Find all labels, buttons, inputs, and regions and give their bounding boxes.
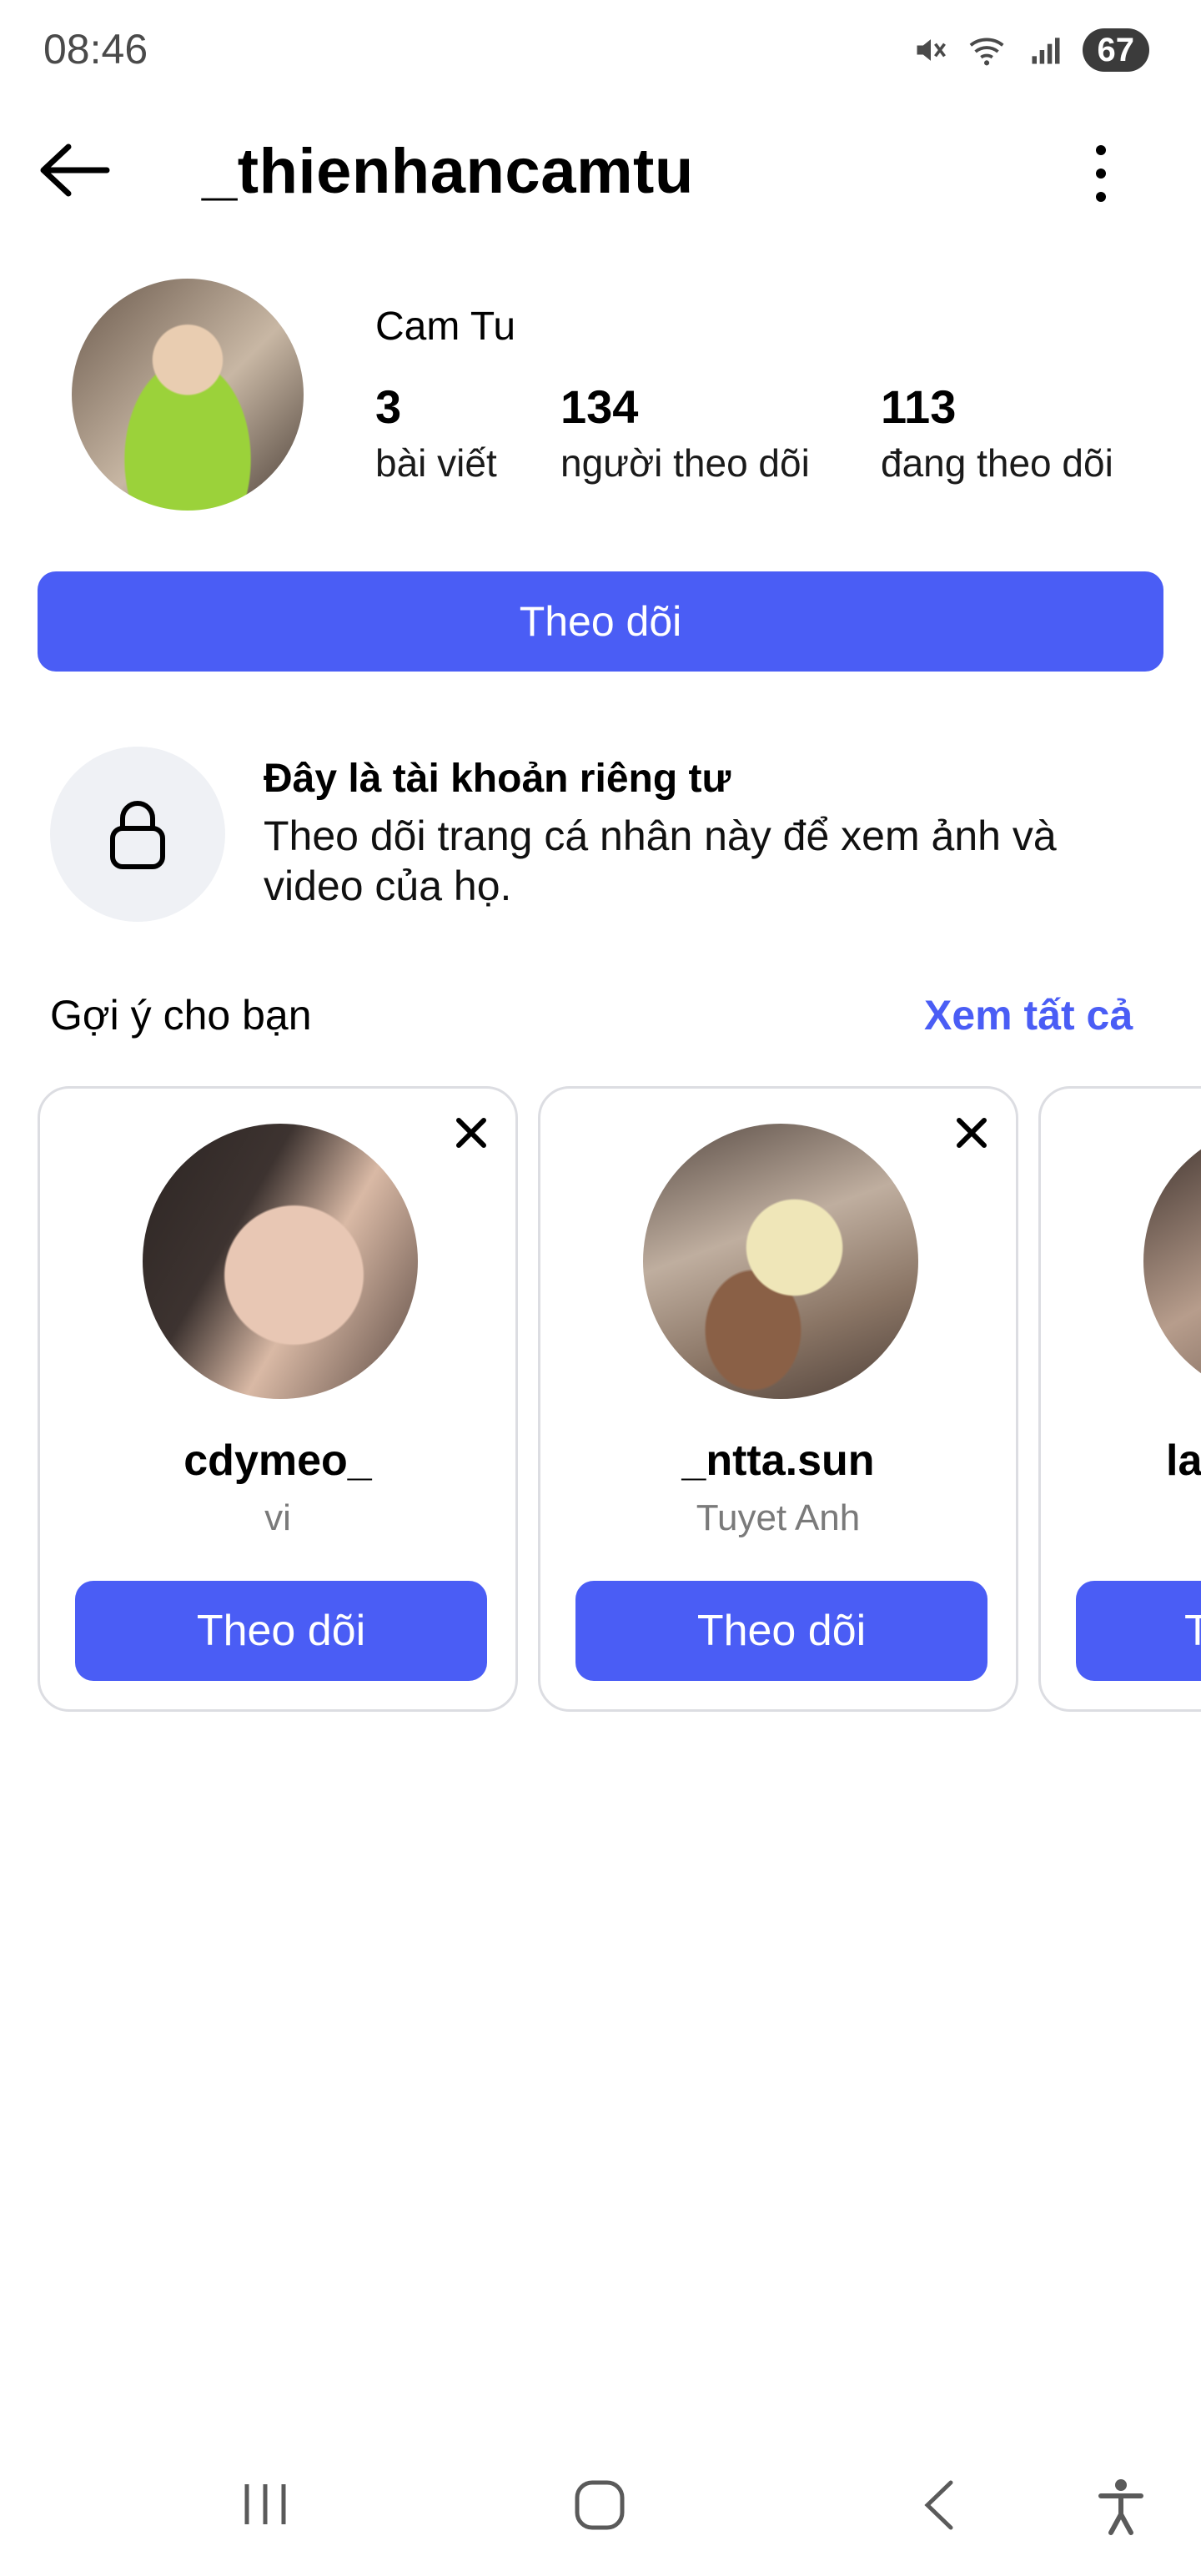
back-arrow-icon (40, 143, 110, 197)
nav-back-button[interactable] (917, 2478, 959, 2537)
suggestion-card[interactable]: la T (1038, 1086, 1201, 1712)
back-button[interactable] (37, 140, 112, 200)
display-name: Cam Tu (375, 304, 516, 349)
lock-icon (110, 801, 165, 869)
suggestion-follow-button[interactable]: Theo dõi (75, 1581, 487, 1681)
suggestion-avatar[interactable] (1143, 1124, 1201, 1399)
more-vertical-icon (1096, 145, 1106, 202)
stat-posts-value: 3 (375, 380, 402, 433)
dismiss-button[interactable] (450, 1112, 492, 1154)
suggestion-avatar[interactable] (143, 1124, 418, 1399)
stat-followers-value: 134 (560, 380, 639, 433)
suggestion-username[interactable]: _ntta.sun (540, 1436, 1016, 1486)
stat-followers-label: người theo dõi (560, 441, 810, 485)
suggestion-card[interactable]: _ntta.sun Tuyet Anh Theo dõi (538, 1086, 1018, 1712)
suggestion-username[interactable]: cdymeo_ (40, 1436, 515, 1486)
recent-apps-icon (244, 2484, 286, 2524)
suggestions-title: Gợi ý cho bạn (50, 992, 312, 1039)
page-title-username: _thienhancamtu (202, 136, 694, 207)
signal-icon (1032, 38, 1059, 64)
stat-following[interactable]: 113 đang theo dõi (881, 380, 1113, 486)
muted-icon (917, 39, 946, 61)
suggestion-card[interactable]: cdymeo_ vi Theo dõi (38, 1086, 518, 1712)
accessibility-button[interactable] (1096, 2478, 1146, 2540)
profile-avatar[interactable] (72, 279, 304, 511)
status-icons: 67 (912, 28, 1149, 72)
follow-button[interactable]: Theo dõi (38, 571, 1163, 672)
home-icon (575, 2480, 625, 2530)
suggestion-card-clip: la T (1038, 1086, 1201, 1712)
private-lock-badge (50, 747, 225, 922)
private-title: Đây là tài khoản riêng tư (264, 757, 731, 801)
private-description: Theo dõi trang cá nhân này để xem ảnh và… (264, 813, 1057, 909)
stat-following-value: 113 (881, 380, 957, 433)
close-icon (957, 1118, 987, 1148)
suggestion-username[interactable]: la (1166, 1436, 1201, 1486)
suggestion-subtitle: vi (264, 1497, 291, 1538)
close-icon (456, 1118, 486, 1148)
nav-back-icon (924, 2480, 953, 2530)
stat-posts-label: bài viết (375, 441, 497, 485)
dismiss-button[interactable] (951, 1112, 992, 1154)
status-time: 08:46 (43, 26, 148, 73)
wifi-icon (969, 38, 1004, 66)
stat-following-label: đang theo dõi (881, 441, 1113, 485)
stat-followers[interactable]: 134 người theo dõi (560, 380, 810, 486)
recent-apps-button[interactable] (239, 2478, 292, 2535)
home-button[interactable] (572, 2478, 627, 2537)
battery-level: 67 (1082, 28, 1149, 72)
more-options-button[interactable] (1084, 142, 1118, 205)
suggestion-follow-button[interactable]: Theo dõi (575, 1581, 987, 1681)
accessibility-icon (1098, 2479, 1143, 2535)
stat-posts[interactable]: 3 bài viết (375, 380, 497, 486)
suggestion-avatar[interactable] (643, 1124, 918, 1399)
see-all-link[interactable]: Xem tất cả (924, 991, 1133, 1039)
suggestion-follow-button[interactable]: T (1076, 1581, 1201, 1681)
suggestion-subtitle: Tuyet Anh (696, 1497, 861, 1538)
